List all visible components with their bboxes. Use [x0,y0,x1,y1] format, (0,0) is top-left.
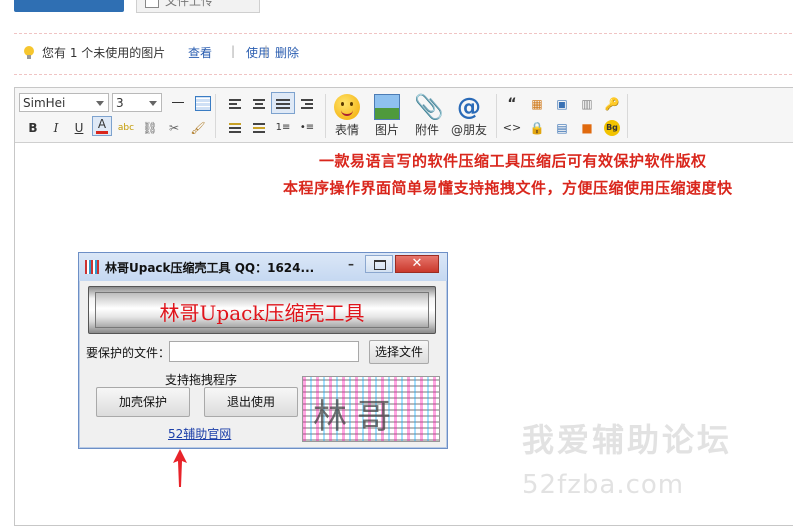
attachment-button[interactable]: 📎 附件 [408,94,446,138]
mention-button[interactable]: @ @朋友 [450,94,488,138]
align-justify-icon[interactable] [271,92,295,114]
notice-message: 您有 1 个未使用的图片 [42,46,166,60]
banner-title: 林哥Upack压缩壳工具 [159,301,365,325]
content-line-2: 本程序操作界面简单易懂支持拖拽文件，方便压缩使用压缩速度快 [283,179,733,197]
window-titlebar: 林哥Upack压缩壳工具 QQ：1624... – ✕ [79,253,447,281]
app-banner: 林哥Upack压缩壳工具 [88,286,436,334]
code-icon[interactable]: <> [502,118,522,138]
image-label: 图片 [374,123,399,137]
bold-icon[interactable]: B [23,118,43,138]
font-color-icon[interactable]: A [92,116,112,136]
emoji-label: 表情 [334,123,359,137]
file-icon [145,0,159,8]
tab-file-upload[interactable]: 文件上传 [136,0,260,13]
logo-text: 林哥 [313,397,401,437]
paperclip-icon: 📎 [414,93,444,121]
float-right-icon[interactable] [249,118,269,138]
close-button[interactable]: ✕ [395,255,439,273]
file-path-input[interactable] [169,341,359,362]
horizontal-rule-icon[interactable] [168,93,188,113]
official-site-link[interactable]: 52辅助官网 [168,425,231,442]
at-sign-icon: @ [457,93,481,121]
format-painter-icon[interactable]: 🖌 [188,118,208,138]
emoji-button[interactable]: 表情 [328,94,366,138]
unused-image-notice: 您有 1 个未使用的图片 查看 | 使用 | 删除 [14,33,792,75]
lock-icon[interactable]: 🔒 [527,118,547,138]
align-left-icon[interactable] [225,94,245,114]
chevron-down-icon [96,101,104,106]
smiley-icon [334,94,360,120]
tab-file-upload-label: 文件上传 [165,0,214,8]
password-icon[interactable]: 🔑 [602,94,622,114]
app-logo: 林哥 [302,376,440,442]
table-icon[interactable] [192,93,212,113]
choose-file-button[interactable]: 选择文件 [369,340,429,364]
spell-check-icon[interactable]: abc [116,118,136,138]
watermark-name: 我爱辅助论坛 [522,421,733,459]
background-icon[interactable]: Bg [602,118,622,138]
font-size-select[interactable]: 3 [112,93,162,112]
divider [215,94,216,138]
attachment-label: 附件 [414,123,439,137]
window-title: 林哥Upack压缩壳工具 QQ：1624... [105,261,315,275]
maximize-button[interactable] [365,255,393,273]
quote-icon[interactable]: “ [502,94,522,114]
file-label: 要保护的文件： [86,346,171,360]
red-arrow-icon [173,449,187,487]
chevron-down-icon [149,101,157,106]
font-family-value: SimHei [23,96,66,110]
unlink-icon[interactable]: ✂ [164,118,184,138]
app-icon [85,260,99,274]
flash-icon[interactable]: ▦ [527,94,547,114]
float-left-icon[interactable] [225,118,245,138]
divider [496,94,497,138]
align-center-icon[interactable] [249,94,269,114]
align-right-icon[interactable] [297,94,317,114]
italic-icon[interactable]: I [46,118,66,138]
music-icon[interactable]: ▤ [552,118,572,138]
drag-hint: 支持拖拽程序 [165,373,238,387]
editor-toolbar: SimHei 3 B I U A abc ⛓ ✂ 🖌 1≡ •≡ 表情 图片 📎… [15,88,793,143]
view-link[interactable]: 查看 [188,44,212,61]
image-button[interactable]: 图片 [368,94,406,138]
divider [627,94,628,138]
image-icon [374,94,400,120]
divider: | [231,44,236,58]
font-family-select[interactable]: SimHei [19,93,109,112]
divider [325,94,326,138]
minimize-button[interactable]: – [341,258,361,273]
video-icon[interactable]: ▣ [552,94,572,114]
link-icon[interactable]: ⛓ [140,118,160,138]
content-line-1: 一款易语言写的软件压缩工具压缩后可有效保护软件版权 [319,152,707,170]
protect-button[interactable]: 加壳保护 [96,387,190,417]
delete-link[interactable]: 删除 [275,44,299,61]
ordered-list-icon[interactable]: 1≡ [273,118,293,138]
bullet-list-icon[interactable]: •≡ [297,118,317,138]
font-size-value: 3 [116,96,124,110]
embedded-app-screenshot: 林哥Upack压缩壳工具 QQ：1624... – ✕ 林哥Upack压缩壳工具… [78,252,448,449]
lightbulb-icon [24,46,34,59]
page-break-icon[interactable]: ▥ [577,94,597,114]
tab-active[interactable] [14,0,124,12]
free-content-icon[interactable]: ■ [577,118,597,138]
mention-label: @朋友 [450,123,487,137]
underline-icon[interactable]: U [69,118,89,138]
watermark-url: 52fzba.com [522,470,685,500]
exit-button[interactable]: 退出使用 [204,387,298,417]
divider: | [264,44,269,58]
